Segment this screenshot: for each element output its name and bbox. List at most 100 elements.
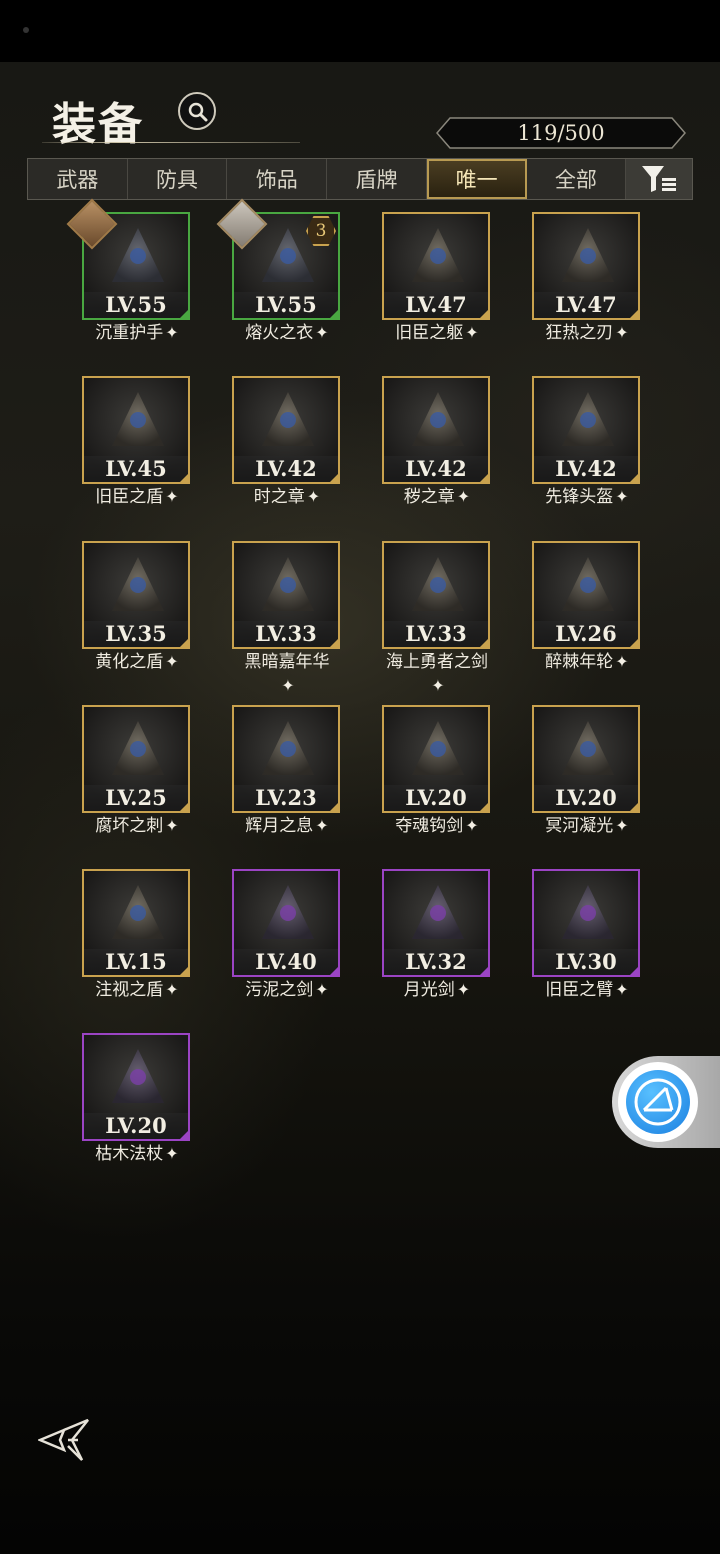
eye-shield-icon (96, 877, 180, 951)
rarity-corner (179, 638, 188, 647)
equipment-item[interactable]: LV.55 沉重护手 ✦ (66, 198, 192, 362)
level-label: LV.55 (84, 292, 188, 318)
equipment-tile[interactable]: LV.20 (532, 705, 640, 813)
plate-armor-icon (396, 220, 480, 294)
equipment-name: 先锋头盔 (545, 487, 614, 507)
equipment-name: 注视之盾 (95, 980, 164, 1000)
equipment-name-row: 黑暗嘉年华 ✦ (212, 650, 362, 698)
rarity-corner (629, 473, 638, 482)
equipment-item[interactable]: LV.45 旧臣之盾 ✦ (82, 376, 192, 526)
equipment-name-row: 时之章 ✦ (212, 485, 362, 509)
equipment-name: 黑暗嘉年华 (244, 652, 330, 672)
equipment-tile[interactable]: LV.42 (382, 376, 490, 484)
level-label: LV.25 (84, 785, 188, 811)
greatsword-icon (246, 877, 330, 951)
equipment-tile[interactable]: LV.25 (82, 705, 190, 813)
thorn-staff-icon (96, 713, 180, 787)
equipment-tile[interactable]: LV.26 (532, 541, 640, 649)
sparkle-icon: ✦ (315, 816, 329, 835)
equipment-name-row: 旧臣之盾 ✦ (62, 485, 212, 509)
rarity-corner (179, 966, 188, 975)
equipment-item[interactable]: LV.55 熔火之衣 ✦ 3 (216, 198, 342, 362)
equipment-name-row: 注视之盾 ✦ (62, 978, 212, 1002)
moon-blade-icon (246, 713, 330, 787)
sparkle-icon: ✦ (615, 323, 629, 342)
equipment-tile[interactable]: LV.20 (382, 705, 490, 813)
equipment-item[interactable]: LV.25 腐坏之刺 ✦ (82, 705, 192, 855)
level-label: LV.47 (384, 292, 488, 318)
equipment-name-row: 腐坏之刺 ✦ (62, 814, 212, 838)
equipment-name-row: 秽之章 ✦ (362, 485, 512, 509)
dark-tome-icon (396, 384, 480, 458)
sparkle-icon: ✦ (306, 487, 321, 506)
equipment-name: 冥河凝光 (545, 816, 614, 836)
equipment-item[interactable]: LV.42 时之章 ✦ (232, 376, 342, 526)
equipment-grid: LV.55 沉重护手 ✦ LV.55 熔火之衣 ✦ 3 LV.47 旧臣之躯 ✦ LV.47 狂热之刃… (0, 0, 720, 1554)
tower-shield-icon (96, 384, 180, 458)
equipment-tile[interactable]: LV.47 (532, 212, 640, 320)
equipment-name-row: 熔火之衣 ✦ (212, 321, 362, 345)
equipment-tile[interactable]: LV.42 (532, 376, 640, 484)
equipment-item[interactable]: LV.32 月光剑 ✦ (382, 869, 492, 1019)
equipment-tile[interactable]: LV.32 (382, 869, 490, 977)
equipment-name: 时之章 (253, 487, 305, 507)
level-label: LV.33 (384, 621, 488, 647)
equipment-tile[interactable]: LV.35 (82, 541, 190, 649)
network-icon (626, 1070, 690, 1134)
equipment-name: 旧臣之躯 (395, 323, 464, 343)
equipment-name: 旧臣之盾 (95, 487, 164, 507)
equipment-name: 海上勇者之剑 (386, 652, 488, 672)
rarity-corner (479, 638, 488, 647)
equipment-item[interactable]: LV.20 夺魂钩剑 ✦ (382, 705, 492, 855)
sparkle-icon: ✦ (465, 323, 479, 342)
equipment-tile[interactable]: LV.33 (232, 541, 340, 649)
rarity-corner (629, 638, 638, 647)
equipment-item[interactable]: LV.33 海上勇者之剑 ✦ (382, 541, 492, 695)
equipment-tile[interactable]: LV.33 (382, 541, 490, 649)
equipment-item[interactable]: LV.35 黄化之盾 ✦ (82, 541, 192, 691)
assistant-float-button[interactable] (612, 1056, 720, 1148)
rarity-corner (329, 309, 338, 318)
sparkle-icon: ✦ (165, 816, 179, 835)
level-label: LV.30 (534, 949, 638, 975)
equipment-item[interactable]: LV.47 狂热之刃 ✦ (532, 212, 642, 362)
sparkle-icon: ✦ (165, 1144, 179, 1163)
level-label: LV.42 (534, 456, 638, 482)
equipment-item[interactable]: LV.40 污泥之剑 ✦ (232, 869, 342, 1019)
rarity-corner (479, 473, 488, 482)
equipment-tile[interactable]: LV.40 (232, 869, 340, 977)
equipment-item[interactable]: LV.42 先锋头盔 ✦ (532, 376, 642, 526)
equipment-item[interactable]: LV.33 黑暗嘉年华 ✦ (232, 541, 342, 695)
back-button[interactable] (36, 1418, 92, 1462)
equipment-name: 污泥之剑 (245, 980, 314, 1000)
level-label: LV.20 (384, 785, 488, 811)
rarity-corner (179, 802, 188, 811)
equipment-tile[interactable]: LV.15 (82, 869, 190, 977)
sparkle-icon: ✦ (615, 816, 629, 835)
equipment-name-row: 狂热之刃 ✦ (512, 321, 662, 345)
equipment-item[interactable]: LV.30 旧臣之臂 ✦ (532, 869, 642, 1019)
equipment-tile[interactable]: LV.45 (82, 376, 190, 484)
equipment-name: 辉月之息 (245, 816, 314, 836)
equipment-tile[interactable]: LV.47 (382, 212, 490, 320)
equipment-tile[interactable]: LV.42 (232, 376, 340, 484)
equipment-item[interactable]: LV.20 冥河凝光 ✦ (532, 705, 642, 855)
equipment-tile[interactable]: LV.23 (232, 705, 340, 813)
level-label: LV.26 (534, 621, 638, 647)
equipment-item[interactable]: LV.20 枯木法杖 ✦ (82, 1033, 192, 1183)
equipment-item[interactable]: LV.47 旧臣之躯 ✦ (382, 212, 492, 362)
equipment-item[interactable]: LV.42 秽之章 ✦ (382, 376, 492, 526)
equipment-tile[interactable]: LV.30 (532, 869, 640, 977)
equipment-item[interactable]: LV.15 注视之盾 ✦ (82, 869, 192, 1019)
equipment-name: 枯木法杖 (95, 1144, 164, 1164)
rarity-corner (179, 473, 188, 482)
sparkle-icon: ✦ (165, 487, 179, 506)
hammer-icon (246, 549, 330, 623)
equipment-item[interactable]: LV.26 醉棘年轮 ✦ (532, 541, 642, 691)
rarity-corner (479, 966, 488, 975)
level-label: LV.42 (384, 456, 488, 482)
equipment-item[interactable]: LV.23 辉月之息 ✦ (232, 705, 342, 855)
equipment-name-row: 枯木法杖 ✦ (62, 1142, 212, 1166)
rarity-corner (629, 966, 638, 975)
equipment-tile[interactable]: LV.20 (82, 1033, 190, 1141)
